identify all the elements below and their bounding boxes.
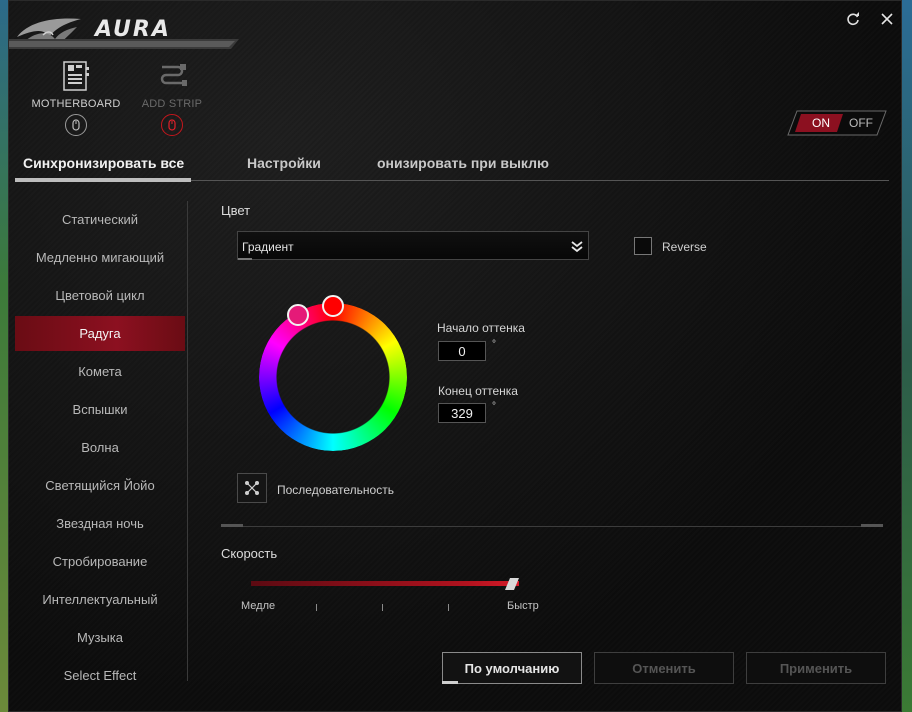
- color-section-label: Цвет: [221, 203, 251, 218]
- hue-end-label: Конец оттенка: [438, 384, 518, 398]
- effect-item-glowing-yoyo[interactable]: Светящийся Йойо: [15, 468, 185, 503]
- tab-sync-all[interactable]: Синхронизировать все: [23, 155, 184, 171]
- tab-sync-on-shutdown[interactable]: онизировать при выклю: [377, 155, 549, 171]
- hue-ring: [259, 303, 407, 451]
- divider-cap-left: [221, 524, 243, 527]
- toggle-off-label[interactable]: OFF: [841, 114, 881, 132]
- tab-active-indicator: [15, 178, 191, 182]
- hue-end-input[interactable]: 329: [438, 403, 486, 423]
- aura-window: AURA MOTHERBOARD ADD STRIP ON OFF Синхро…: [8, 0, 902, 712]
- effect-item-rainbow[interactable]: Радуга: [15, 316, 185, 351]
- device-label: ADD STRIP: [141, 98, 203, 110]
- device-add-strip[interactable]: ADD STRIP: [127, 61, 217, 136]
- hue-color-wheel[interactable]: [259, 295, 407, 451]
- mouse-icon[interactable]: [161, 114, 183, 136]
- speed-fast-label: Быстр: [507, 600, 539, 612]
- hue-start-label: Начало оттенка: [437, 321, 525, 335]
- section-divider: [221, 526, 883, 527]
- desktop-background-left: [0, 0, 8, 712]
- effect-item-music[interactable]: Музыка: [15, 620, 185, 655]
- hue-start-input[interactable]: 0: [438, 341, 486, 361]
- hue-end-degree: °: [492, 401, 496, 412]
- effect-item-select-effect[interactable]: Select Effect: [15, 658, 185, 693]
- effect-item-starry-night[interactable]: Звездная ночь: [15, 506, 185, 541]
- speed-tick: [448, 604, 449, 611]
- sequence-button[interactable]: [237, 473, 267, 503]
- speed-tick: [316, 604, 317, 611]
- effect-list-divider: [187, 201, 188, 681]
- hue-end-handle[interactable]: [287, 304, 309, 326]
- motherboard-icon: [63, 61, 89, 91]
- tab-settings[interactable]: Настройки: [247, 155, 321, 171]
- reverse-label: Reverse: [662, 240, 707, 254]
- effect-item-comet[interactable]: Комета: [15, 354, 185, 389]
- effect-item-static[interactable]: Статический: [15, 202, 185, 237]
- effect-item-color-cycle[interactable]: Цветовой цикл: [15, 278, 185, 313]
- reverse-checkbox[interactable]: [634, 237, 652, 255]
- hue-start-degree: °: [492, 339, 496, 350]
- title-bar[interactable]: AURA: [9, 1, 901, 55]
- effect-item-smart[interactable]: Интеллектуальный: [15, 582, 185, 617]
- speed-slider-track[interactable]: [251, 581, 519, 586]
- dropdown-corner-mark: [238, 258, 252, 260]
- device-label: MOTHERBOARD: [31, 98, 121, 110]
- effect-item-slow-blink[interactable]: Медленно мигающий: [15, 240, 185, 275]
- mouse-icon[interactable]: [65, 114, 87, 136]
- shuffle-icon: [245, 481, 259, 495]
- title-slash-decor: [9, 39, 239, 49]
- effect-item-wave[interactable]: Волна: [15, 430, 185, 465]
- chevron-down-icon: [571, 241, 583, 253]
- speed-slider-thumb[interactable]: [505, 578, 519, 590]
- hue-start-handle[interactable]: [322, 295, 344, 317]
- speed-tick: [382, 604, 383, 611]
- power-toggle[interactable]: ON OFF: [787, 110, 887, 136]
- color-mode-value: Градиент: [242, 240, 294, 254]
- default-button[interactable]: По умолчанию: [442, 652, 582, 684]
- tab-bar: Синхронизировать все Настройки онизирова…: [15, 149, 889, 183]
- speed-slow-label: Медле: [241, 600, 276, 612]
- device-motherboard[interactable]: MOTHERBOARD: [31, 61, 121, 136]
- toggle-on-label[interactable]: ON: [801, 114, 841, 132]
- speed-label: Скорость: [221, 546, 278, 561]
- desktop-background-right: [902, 0, 912, 712]
- apply-button[interactable]: Применить: [746, 652, 886, 684]
- refresh-icon[interactable]: [843, 9, 863, 29]
- effect-item-strobing[interactable]: Стробирование: [15, 544, 185, 579]
- color-mode-dropdown[interactable]: Градиент: [237, 231, 589, 260]
- divider-cap-right: [861, 524, 883, 527]
- effect-item-flash[interactable]: Вспышки: [15, 392, 185, 427]
- cancel-button[interactable]: Отменить: [594, 652, 734, 684]
- led-strip-icon: [160, 64, 187, 86]
- close-icon[interactable]: [877, 9, 897, 29]
- sequence-label: Последовательность: [277, 483, 394, 497]
